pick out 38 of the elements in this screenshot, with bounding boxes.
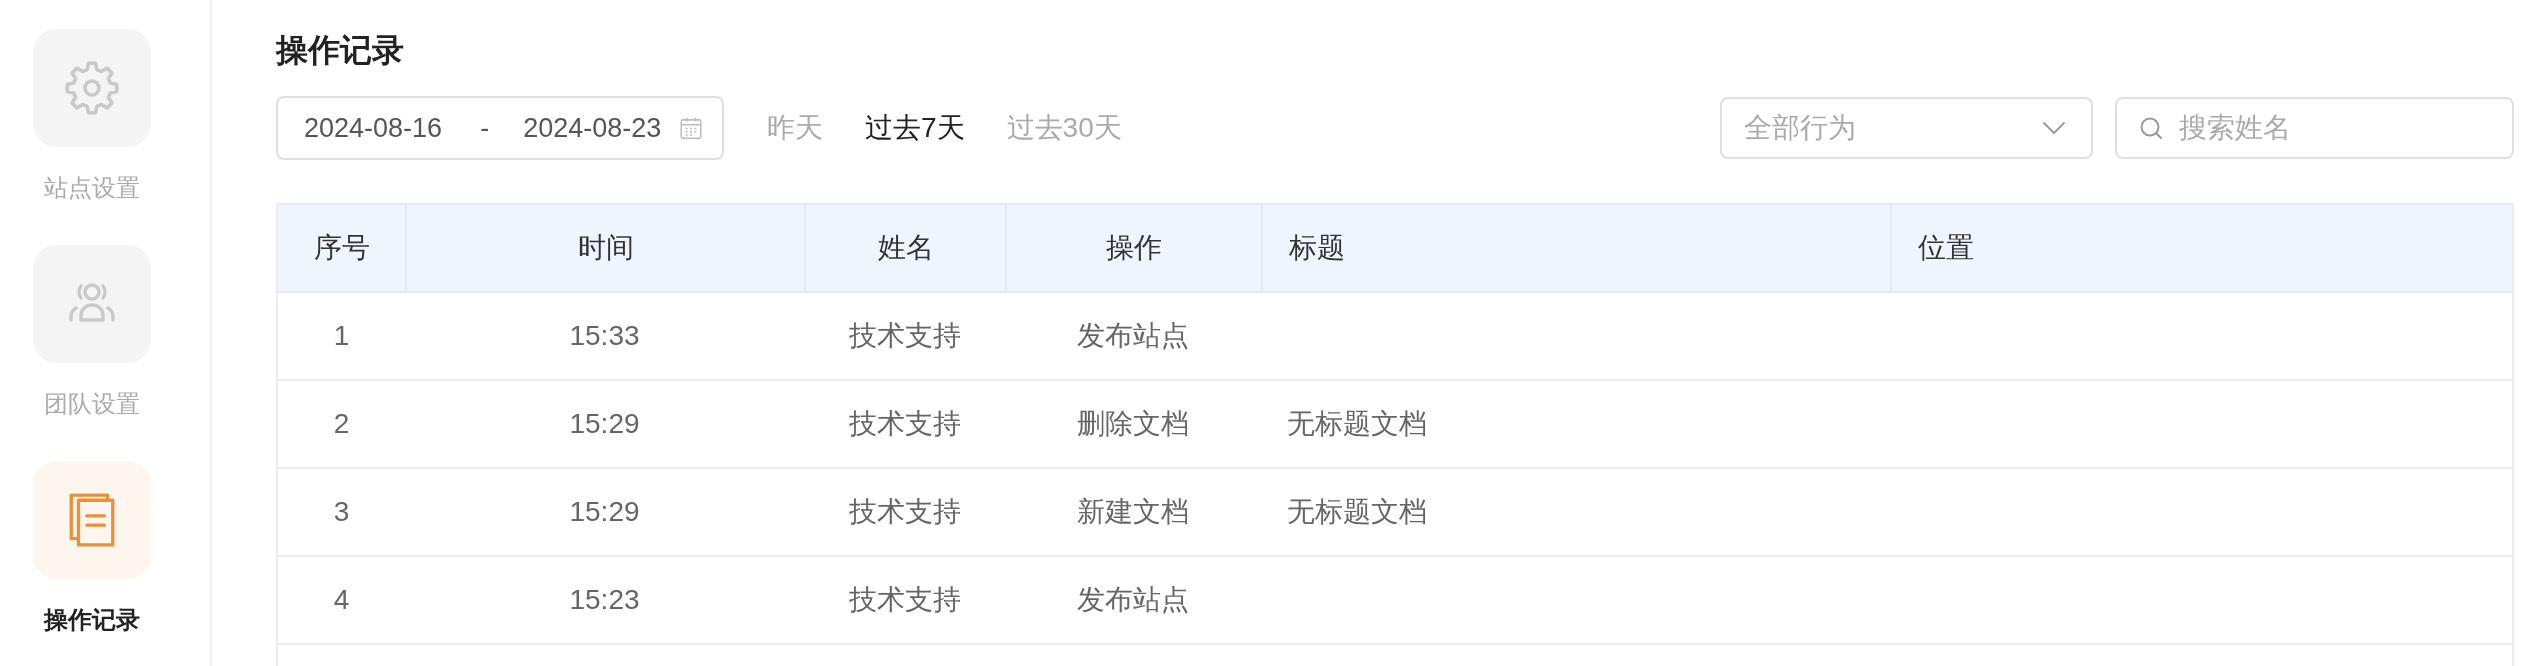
end-date[interactable]: 2024-08-23 xyxy=(523,112,662,144)
chevron-down-icon xyxy=(2043,122,2065,134)
table-cell-text: 1 xyxy=(332,319,351,353)
search-icon xyxy=(2139,116,2163,140)
table-cell-text: 2 xyxy=(332,407,351,441)
table-cell-text: 新建文档 xyxy=(1076,495,1190,529)
table-cell-text: 15:29 xyxy=(568,495,641,529)
table-cell-text: 技术支持 xyxy=(847,495,962,529)
table-cell-text: 4 xyxy=(332,583,351,617)
table-cell-text: 15:29 xyxy=(568,407,641,441)
page-title: 操作记录 xyxy=(276,31,404,70)
range-separator: - xyxy=(480,112,490,144)
column-header: 序号 xyxy=(312,231,371,265)
quick-range-tab[interactable]: 过去7天 xyxy=(844,108,986,148)
column-header: 时间 xyxy=(405,205,804,291)
search-field[interactable]: 搜索姓名 xyxy=(2115,97,2514,159)
table-cell-text: 无标题文档 xyxy=(1286,407,1428,441)
column-header: 位置 xyxy=(1890,205,2512,291)
table-cell-text: 技术支持 xyxy=(847,583,962,617)
table-cell-text: 15:23 xyxy=(568,583,641,617)
start-date[interactable]: 2024-08-16 xyxy=(304,112,443,144)
sidebar-item[interactable]: 操作记录 xyxy=(33,461,151,635)
date-range-picker[interactable]: 2024-08-16 - 2024-08-23 xyxy=(276,96,724,160)
column-header: 操作 xyxy=(1005,205,1261,291)
table-cell-text: 发布站点 xyxy=(1076,583,1190,617)
table-cell-text: 删除文档 xyxy=(1076,407,1190,441)
column-header: 姓名 xyxy=(804,205,1005,291)
column-header: 标题 xyxy=(1261,205,1890,291)
document-stack-icon xyxy=(33,461,151,579)
table-cell-text: 无标题文档 xyxy=(1286,495,1428,529)
calendar-icon xyxy=(678,115,704,141)
table-cell-text: 发布站点 xyxy=(1076,319,1190,353)
table-cell-text: 15:33 xyxy=(568,319,641,353)
person-icon xyxy=(33,245,151,363)
table-cell-text: 技术支持 xyxy=(847,407,962,441)
table-cell-text: 3 xyxy=(332,495,351,529)
gear-icon xyxy=(33,29,151,147)
table-cell-text: 技术支持 xyxy=(847,319,962,353)
